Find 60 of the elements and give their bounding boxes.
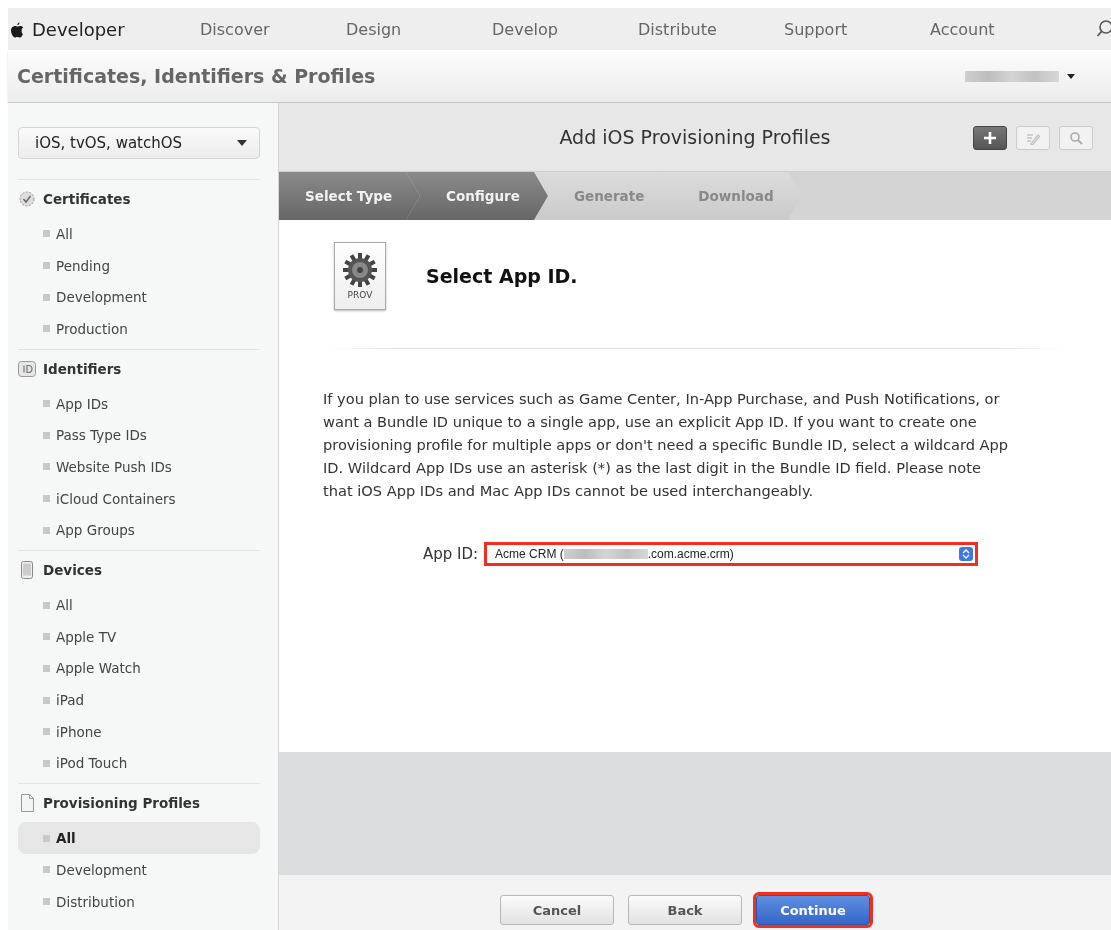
section-heading: Identifiers (43, 360, 122, 377)
continue-button[interactable]: Continue (756, 895, 870, 925)
pencil-icon (1026, 131, 1040, 145)
sidebar-item[interactable]: All (18, 589, 260, 621)
dropdown-value: Acme CRM ( (495, 547, 564, 561)
section-heading: Provisioning Profiles (43, 795, 201, 812)
footer-button[interactable]: Back (628, 895, 742, 925)
phone-icon (18, 561, 36, 580)
page-heading: Add iOS Provisioning Profiles (559, 126, 831, 148)
sidebar-item[interactable]: Website Push IDs (18, 451, 260, 483)
sidebar-item[interactable]: Apple Watch (18, 652, 260, 685)
caret-icon (237, 140, 247, 146)
search-icon (1097, 19, 1111, 39)
dropdown-value: .com.acme.crm) (647, 547, 734, 561)
document-icon (18, 794, 36, 813)
sidebar-item[interactable]: Apple TV (18, 620, 260, 653)
sidebar-item[interactable]: App IDs (18, 387, 260, 420)
caret-icon (1067, 73, 1075, 79)
section-heading: Certificates (43, 191, 131, 207)
brand-name[interactable]: Developer (32, 18, 125, 40)
nav-link[interactable]: Support (784, 19, 930, 39)
sidebar-item[interactable]: Development (18, 854, 260, 886)
search-button[interactable] (1059, 126, 1093, 150)
sidebar-item[interactable]: All (18, 218, 260, 250)
progress-step: Select Type (279, 172, 421, 220)
nav-link[interactable]: Distribute (638, 19, 784, 39)
field-label: App ID: (423, 545, 479, 563)
sidebar-item[interactable]: Development (18, 281, 260, 314)
sidebar-item[interactable]: Production (18, 313, 260, 345)
provisioning-file-icon: PROV (334, 242, 386, 310)
page-title: Certificates, Identifiers & Profiles (17, 65, 376, 87)
sidebar-item[interactable]: Pass Type IDs (18, 419, 260, 452)
edit-button[interactable] (1016, 126, 1050, 150)
nav-link[interactable]: Design (346, 19, 492, 39)
section-heading: Devices (43, 562, 102, 579)
sidebar-item[interactable]: All (18, 822, 260, 854)
sidebar-item[interactable]: Pending (18, 249, 260, 282)
stepper-icon (959, 547, 974, 561)
platform-dropdown[interactable]: iOS, tvOS, watchOS (18, 127, 260, 159)
gear-icon (342, 252, 378, 288)
sidebar-item[interactable]: iCloud Containers (18, 482, 260, 515)
nav-link[interactable]: Develop (492, 19, 638, 39)
description-text: If you plan to use services such as Game Center, In-App Purchase, and Push Notifications, or want a Bundle ID unique to a single app, use an explicit App ID. If you want to create one provisioning profile for multiple apps or don't need a specific Bundle ID, select a wildcard App ID. Wildcard App IDs use an asterisk (*) as the last digit in the Bundle ID field. Please note that iOS App IDs and Mac App IDs cannot be used interchangeably. (323, 389, 1010, 501)
sidebar-item[interactable]: Distribution (18, 885, 260, 918)
section-heading: Select App ID. (426, 265, 578, 287)
add-button[interactable] (973, 126, 1007, 150)
sidebar-item[interactable]: iPad (18, 684, 260, 716)
sidebar-item[interactable]: iPhone (18, 715, 260, 748)
sidebar-item[interactable]: iPod Touch (18, 747, 260, 780)
app-id-dropdown[interactable]: Acme CRM ( .com.acme.crm) (484, 542, 979, 566)
nav-link[interactable]: Discover (200, 19, 346, 39)
footer-button[interactable]: Cancel (500, 895, 614, 925)
plus-icon (983, 131, 997, 145)
apple-logo-icon (10, 20, 24, 38)
nav-link[interactable]: Account (930, 19, 1076, 39)
sidebar-item[interactable]: App Groups (18, 514, 260, 547)
certificate-badge-icon (18, 190, 36, 208)
search-icon (1069, 131, 1083, 145)
progress-step: Configure (406, 172, 548, 220)
id-card-icon (18, 359, 36, 378)
